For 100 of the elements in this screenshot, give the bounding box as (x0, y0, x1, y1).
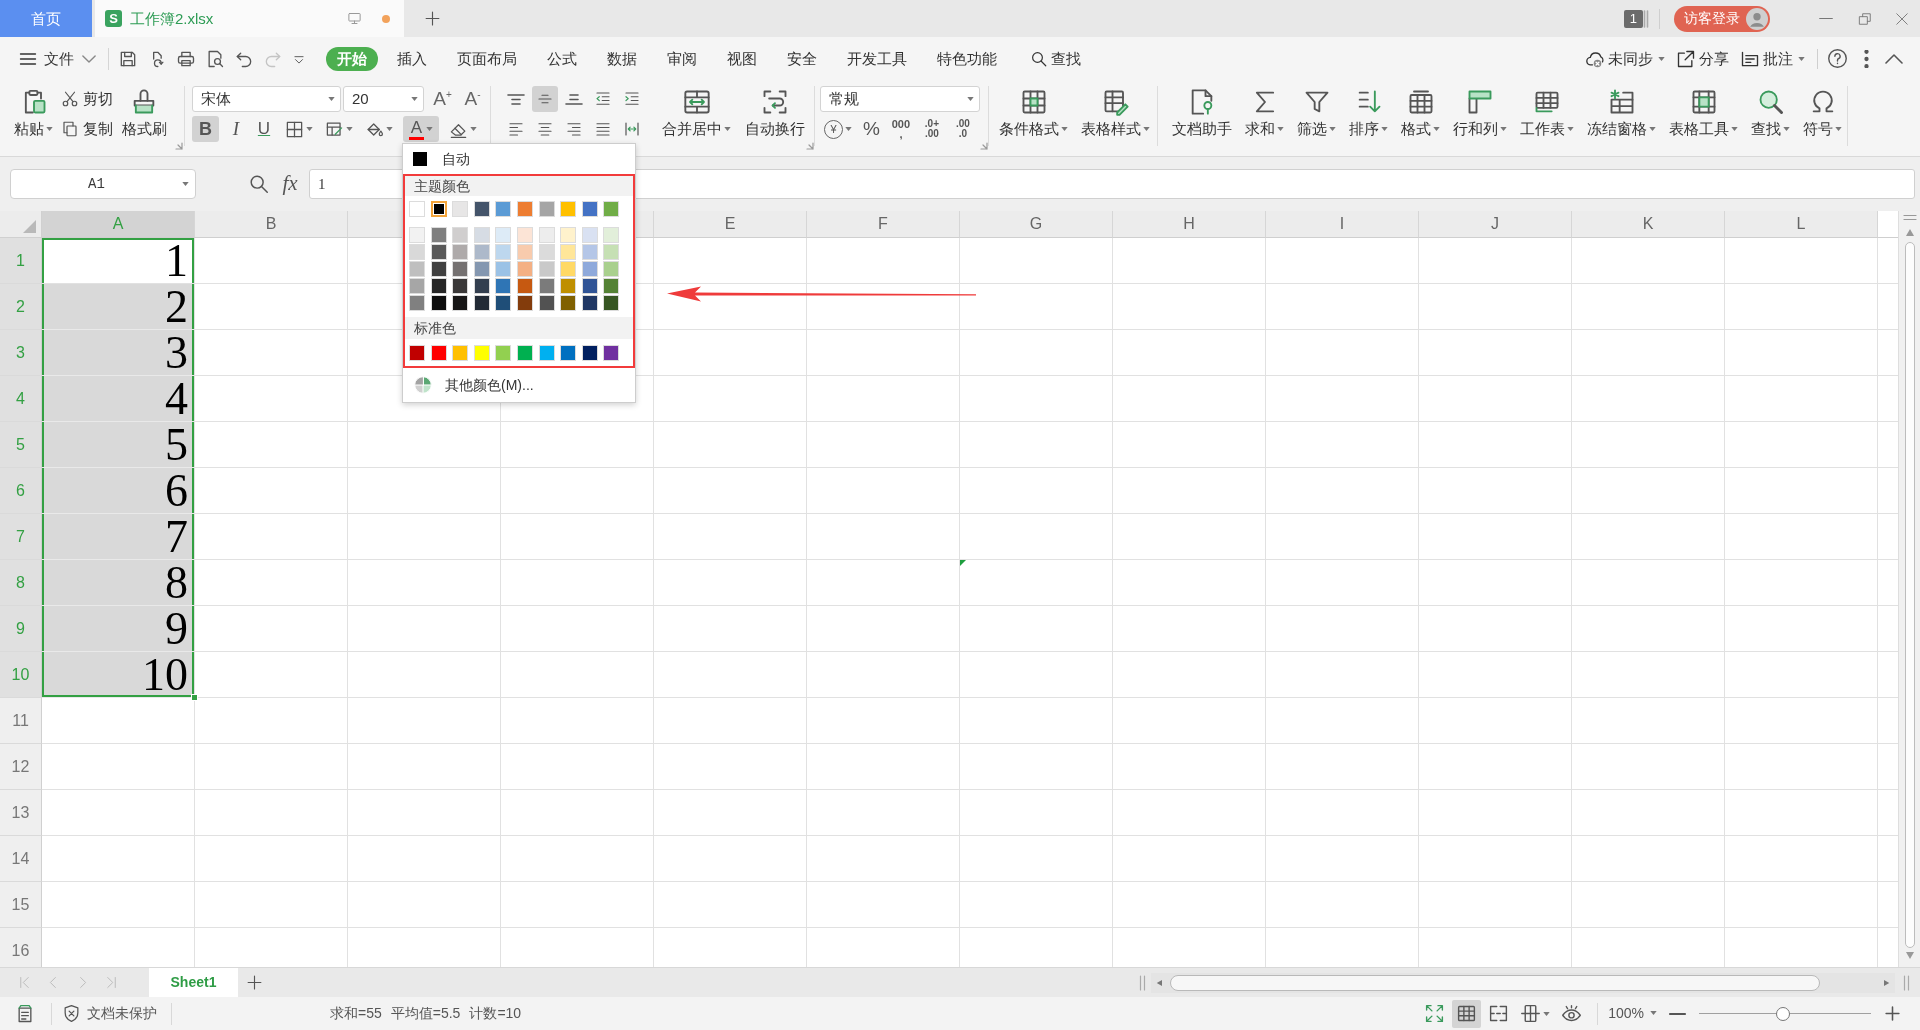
row-header[interactable]: 12 (0, 744, 42, 790)
color-swatch-icon[interactable] (409, 261, 425, 277)
slider-thumb[interactable] (1776, 1006, 1791, 1021)
menu-tab[interactable]: 开发工具 (836, 46, 918, 71)
search-button[interactable]: 查找 (1030, 49, 1081, 68)
table-cell[interactable]: 9 (42, 606, 195, 652)
color-swatch-icon[interactable] (473, 345, 490, 361)
color-swatch-icon[interactable] (409, 244, 425, 260)
color-swatch-icon[interactable] (452, 201, 469, 217)
color-swatch-icon[interactable] (495, 201, 512, 217)
column-header[interactable]: F (807, 211, 960, 238)
color-swatch-icon[interactable] (473, 261, 490, 277)
scroll-right-icon[interactable] (1884, 978, 1890, 987)
sum-button[interactable]: 求和 (1244, 80, 1285, 138)
color-swatch-icon[interactable] (452, 278, 469, 294)
menu-tab[interactable]: 公式 (536, 46, 588, 71)
sheet-tab[interactable]: Sheet1 (149, 968, 238, 997)
row-header[interactable]: 11 (0, 698, 42, 744)
plus-icon[interactable] (246, 974, 263, 991)
color-swatch-icon[interactable] (473, 201, 490, 217)
scrollbar-thumb[interactable] (1170, 974, 1820, 991)
scrollbar-track[interactable] (1151, 972, 1895, 993)
increase-font-size-button[interactable]: A$^{+}$ (432, 88, 453, 110)
scrollbar-thumb[interactable] (1904, 242, 1915, 948)
color-swatch-icon[interactable] (430, 295, 447, 311)
monitor-icon[interactable] (347, 11, 362, 26)
column-header[interactable]: E (654, 211, 807, 238)
color-swatch-icon[interactable] (409, 227, 425, 243)
menu-tab[interactable]: 数据 (596, 46, 648, 71)
plus-icon[interactable] (424, 10, 441, 27)
wrap-text-button[interactable]: 自动换行 (744, 80, 806, 138)
color-swatch-icon[interactable] (560, 261, 577, 277)
decrease-decimal-button[interactable]: .00 .0 (952, 116, 973, 142)
color-swatch-icon[interactable] (495, 261, 512, 277)
help-icon[interactable] (1827, 48, 1848, 69)
protection-status[interactable]: 文档未保护 (62, 1004, 157, 1023)
color-swatch-icon[interactable] (538, 244, 555, 260)
column-header[interactable]: K (1572, 211, 1725, 238)
color-swatch-icon[interactable] (603, 201, 620, 217)
column-header[interactable]: J (1419, 211, 1572, 238)
paste-button[interactable]: 粘贴 (13, 80, 54, 138)
color-swatch-icon[interactable] (603, 295, 620, 311)
close-icon[interactable] (1895, 11, 1909, 26)
corner-arrow-icon[interactable] (175, 142, 183, 150)
color-swatch-icon[interactable] (473, 244, 490, 260)
font-size-field[interactable]: 20 (343, 86, 424, 112)
color-swatch-icon[interactable] (538, 227, 555, 243)
decrease-font-size-button[interactable]: A$^{-}$ (462, 88, 483, 110)
italic-button[interactable]: I (227, 116, 245, 142)
table-cell[interactable]: 8 (42, 560, 195, 606)
color-swatch-icon[interactable] (581, 201, 598, 217)
column-header[interactable]: L (1725, 211, 1878, 238)
color-swatch-icon[interactable] (495, 295, 512, 311)
color-swatch-icon[interactable] (495, 244, 512, 260)
color-swatch-icon[interactable] (430, 278, 447, 294)
column-header[interactable]: B (195, 211, 348, 238)
filter-button[interactable]: 筛选 (1296, 80, 1337, 138)
color-swatch-icon[interactable] (409, 201, 425, 217)
color-swatch-icon[interactable] (516, 278, 533, 294)
more-icon[interactable] (1864, 49, 1869, 68)
menu-tab[interactable]: 视图 (716, 46, 768, 71)
color-swatch-icon[interactable] (516, 244, 533, 260)
menu-tab[interactable]: 审阅 (656, 46, 708, 71)
sort-button[interactable]: 排序 (1348, 80, 1389, 138)
rows-columns-button[interactable]: 行和列 (1452, 80, 1508, 138)
number-format-field[interactable]: 常规 (820, 86, 980, 112)
table-cell[interactable]: 10 (42, 652, 195, 698)
table-cell[interactable]: 3 (42, 330, 195, 376)
color-swatch-icon[interactable] (473, 227, 490, 243)
color-swatch-icon[interactable] (495, 278, 512, 294)
percent-button[interactable]: % (863, 116, 880, 142)
color-swatch-icon[interactable] (409, 345, 425, 361)
find-button[interactable]: 查找 (1750, 80, 1791, 138)
color-swatch-icon[interactable] (430, 244, 447, 260)
chevron-up-icon[interactable] (1885, 53, 1903, 64)
scroll-left-icon[interactable] (1156, 978, 1162, 987)
color-swatch-icon[interactable] (581, 345, 598, 361)
color-swatch-icon[interactable] (430, 261, 447, 277)
plus-icon[interactable] (1884, 1005, 1901, 1022)
table-cell[interactable]: 7 (42, 514, 195, 560)
bold-button[interactable]: B (192, 116, 219, 142)
format-painter-button[interactable]: 格式刷 (120, 80, 168, 138)
color-swatch-icon[interactable] (603, 278, 620, 294)
color-swatch-icon[interactable] (581, 244, 598, 260)
document-assistant-button[interactable]: 文档助手 (1171, 80, 1233, 138)
cut-button[interactable]: 剪切 (61, 86, 114, 112)
table-cell[interactable]: 4 (42, 376, 195, 422)
more-colors-item[interactable]: 其他颜色(M)... (403, 368, 635, 402)
color-swatch-icon[interactable] (516, 201, 533, 217)
corner-arrow-icon[interactable] (980, 142, 988, 150)
font-name-field[interactable]: 宋体 (192, 86, 341, 112)
color-swatch-icon[interactable] (581, 295, 598, 311)
table-cell[interactable]: 5 (42, 422, 195, 468)
color-swatch-icon[interactable] (452, 261, 469, 277)
color-swatch-icon[interactable] (538, 261, 555, 277)
corner-arrow-icon[interactable] (806, 142, 814, 150)
format-button[interactable]: 格式 (1400, 80, 1441, 138)
comment-button[interactable]: 批注 (1740, 48, 1805, 69)
color-swatch-icon[interactable] (473, 278, 490, 294)
merge-center-button[interactable]: 合并居中 (661, 80, 732, 138)
